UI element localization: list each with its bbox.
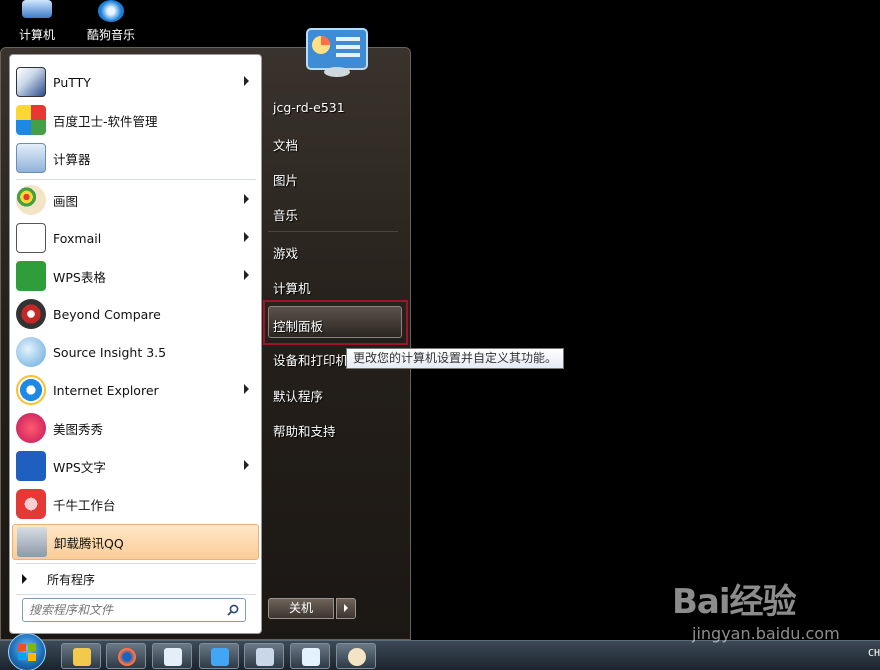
right-item-music[interactable]: 音乐 <box>273 205 298 224</box>
baidu-guard-icon <box>16 105 46 135</box>
right-item-games[interactable]: 游戏 <box>273 243 298 262</box>
pinned-item-foxmail[interactable]: Foxmail <box>12 220 259 256</box>
baidu-watermark: Bai经验 jingyan.baidu.com <box>672 574 872 659</box>
computer-icon <box>22 0 52 18</box>
pinned-item-label: 画图 <box>53 193 79 209</box>
submenu-arrow-icon <box>244 460 249 470</box>
foxmail-icon <box>16 223 46 253</box>
search-input[interactable] <box>29 603 219 617</box>
pinned-item-source-insight[interactable]: Source Insight 3.5 <box>12 334 259 370</box>
chat-icon <box>302 648 320 666</box>
pinned-item-label: WPS文字 <box>53 459 106 475</box>
tooltip: 更改您的计算机设置并自定义其功能。 <box>346 348 565 369</box>
user-picture-icon[interactable] <box>306 28 368 78</box>
meitu-icon <box>16 413 46 443</box>
source-insight-icon <box>16 337 46 367</box>
taskbar-firefox[interactable] <box>106 643 146 669</box>
pinned-item-label: 美图秀秀 <box>53 421 104 437</box>
search-box[interactable] <box>22 598 246 622</box>
pinned-item-label: 千牛工作台 <box>53 497 116 513</box>
calculator-icon <box>164 648 182 666</box>
taskbar-paint[interactable] <box>336 643 376 669</box>
watermark-main: Bai经验 <box>672 582 797 622</box>
calculator-icon <box>16 143 46 173</box>
pinned-item-wps-writer[interactable]: WPS文字 <box>12 448 259 484</box>
taskbar-calculator[interactable] <box>152 643 192 669</box>
right-item-user[interactable]: jcg-rd-e531 <box>273 100 345 115</box>
app-icon <box>211 648 229 666</box>
paint-palette-icon <box>348 648 366 666</box>
taskbar-app[interactable] <box>199 643 239 669</box>
pinned-item-label: Beyond Compare <box>53 306 161 322</box>
pinned-item-qianniu[interactable]: 千牛工作台 <box>12 486 259 522</box>
right-item-documents[interactable]: 文档 <box>273 135 298 154</box>
submenu-arrow-icon <box>244 194 249 204</box>
desktop-icon-computer[interactable]: 计算机 <box>2 0 72 43</box>
submenu-arrow-icon <box>244 384 249 394</box>
pinned-item-label: WPS表格 <box>53 269 106 285</box>
watermark-sub: jingyan.baidu.com <box>692 624 840 643</box>
separator <box>16 179 256 180</box>
submenu-arrow-icon <box>244 232 249 242</box>
pinned-item-baidu-guard[interactable]: 百度卫士-软件管理 <box>12 102 259 138</box>
separator <box>268 231 398 232</box>
all-programs-label: 所有程序 <box>47 572 96 587</box>
wps-writer-icon <box>16 451 46 481</box>
pinned-item-label: 卸载腾讯QQ <box>54 535 124 551</box>
right-item-control-panel[interactable]: 控制面板 <box>273 316 323 335</box>
submenu-arrow-icon <box>244 270 249 280</box>
shutdown-button[interactable]: 关机 <box>268 598 334 619</box>
folder-icon <box>73 648 91 666</box>
recycle-bin-icon <box>17 527 47 557</box>
pinned-item-label: 计算器 <box>53 151 91 167</box>
right-item-help[interactable]: 帮助和支持 <box>273 421 336 440</box>
taskbar-explorer[interactable] <box>61 643 101 669</box>
start-menu-programs-pane: PuTTY 百度卫士-软件管理 计算器 画图 Foxmail WPS表格 Bey… <box>9 54 262 634</box>
all-programs-button[interactable]: 所有程序 <box>12 566 259 592</box>
wps-spreadsheet-icon <box>16 261 46 291</box>
taskbar-putty[interactable] <box>244 643 284 669</box>
desktop-icon-label: 计算机 <box>18 28 55 42</box>
right-item-computer[interactable]: 计算机 <box>273 278 311 297</box>
pinned-item-label: PuTTY <box>53 74 91 90</box>
right-item-devices[interactable]: 设备和打印机 <box>273 350 348 369</box>
kugou-icon <box>98 0 124 22</box>
qianniu-icon <box>16 489 46 519</box>
taskbar-chat[interactable] <box>290 643 330 669</box>
right-arrow-icon <box>22 574 27 584</box>
internet-explorer-icon <box>16 375 46 405</box>
search-icon <box>227 604 239 616</box>
start-button[interactable] <box>8 633 46 670</box>
pinned-item-label: 百度卫士-软件管理 <box>53 113 158 129</box>
shutdown-options-button[interactable] <box>336 598 356 619</box>
beyond-compare-icon <box>16 299 46 329</box>
pinned-item-label: Source Insight 3.5 <box>53 344 167 360</box>
putty-icon <box>16 67 46 97</box>
right-item-pictures[interactable]: 图片 <box>273 170 298 189</box>
pinned-item-putty[interactable]: PuTTY <box>12 64 259 100</box>
desktop-icon-label: 酷狗音乐 <box>86 28 135 42</box>
submenu-arrow-icon <box>244 76 249 86</box>
firefox-icon <box>118 648 136 666</box>
putty-icon <box>256 648 274 666</box>
pinned-item-paint[interactable]: 画图 <box>12 182 259 218</box>
pinned-item-beyond-compare[interactable]: Beyond Compare <box>12 296 259 332</box>
windows-logo-icon <box>18 643 36 661</box>
separator <box>16 594 256 595</box>
pinned-item-calculator[interactable]: 计算器 <box>12 140 259 176</box>
separator <box>16 563 256 564</box>
pinned-item-internet-explorer[interactable]: Internet Explorer <box>12 372 259 408</box>
pinned-item-wps-spreadsheet[interactable]: WPS表格 <box>12 258 259 294</box>
pinned-item-uninstall-qq[interactable]: 卸载腾讯QQ <box>12 524 259 560</box>
paint-palette-icon <box>16 185 46 215</box>
pinned-item-label: Internet Explorer <box>53 382 159 398</box>
pinned-item-meitu[interactable]: 美图秀秀 <box>12 410 259 446</box>
right-item-default-programs[interactable]: 默认程序 <box>273 386 323 405</box>
desktop-icon-kugou[interactable]: 酷狗音乐 <box>76 0 146 43</box>
pinned-item-label: Foxmail <box>53 230 102 246</box>
